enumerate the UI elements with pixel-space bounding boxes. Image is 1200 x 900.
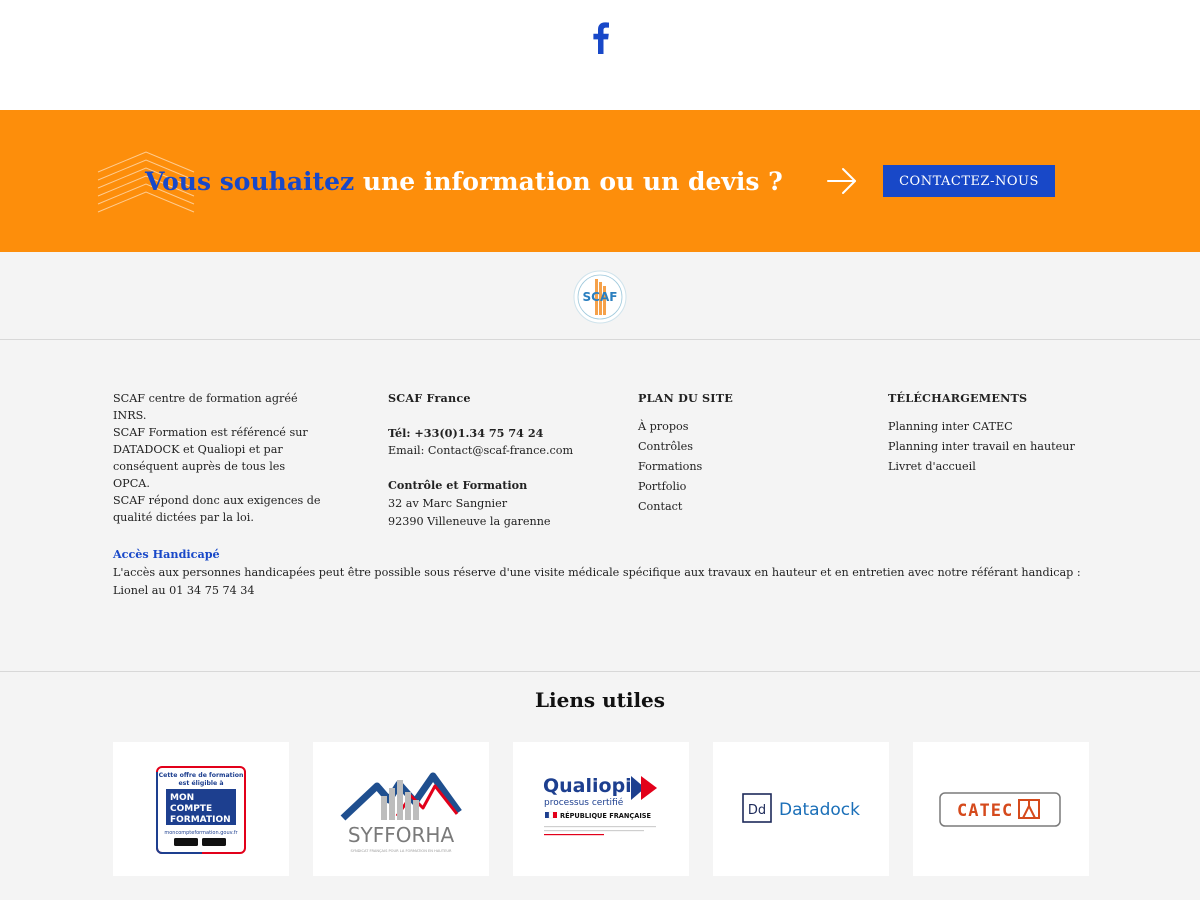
svg-text:MON: MON <box>170 793 194 803</box>
contact-title: SCAF France <box>388 391 471 405</box>
about-line: qualité dictées par la loi. <box>113 511 254 524</box>
footer-contact: SCAF France Tél: +33(0)1.34 75 74 24 Ema… <box>388 390 588 532</box>
plan-link-a-propos[interactable]: À propos <box>638 417 838 437</box>
plan-link-controles[interactable]: Contrôles <box>638 437 838 457</box>
contact-section: Contrôle et Formation <box>388 478 528 492</box>
catec-logo: CATEC <box>939 792 1061 827</box>
svg-text:Qualiopi: Qualiopi <box>543 775 632 797</box>
footer-about: SCAF centre de formation agréé INRS. SCA… <box>113 390 323 526</box>
link-card-syfforha[interactable]: SYFFORHA SYNDICAT FRANÇAIS POUR LA FORMA… <box>313 742 489 876</box>
footer-downloads: TÉLÉCHARGEMENTS Planning inter CATEC Pla… <box>888 390 1088 477</box>
svg-text:FORMATION: FORMATION <box>170 815 231 825</box>
svg-text:COMPTE: COMPTE <box>170 804 212 814</box>
link-card-moncompteformation[interactable]: Cette offre de formation est éligible à … <box>113 742 289 876</box>
arrow-right-icon[interactable] <box>826 167 858 195</box>
plan-title: PLAN DU SITE <box>638 391 733 405</box>
about-line: SCAF Formation est référencé sur <box>113 426 308 439</box>
contact-phone[interactable]: Tél: +33(0)1.34 75 74 24 <box>388 425 588 442</box>
download-link-livret[interactable]: Livret d'accueil <box>888 457 1088 477</box>
svg-text:Dd: Dd <box>748 803 766 818</box>
divider <box>0 671 1200 672</box>
svg-text:Cette offre de formation: Cette offre de formation <box>159 772 244 779</box>
svg-text:CATEC: CATEC <box>957 801 1013 821</box>
qualiopi-logo: Qualiopi processus certifié RÉPUBLIQUE F… <box>543 775 657 836</box>
syfforha-logo: SYFFORHA SYNDICAT FRANÇAIS POUR LA FORMA… <box>340 772 462 853</box>
link-card-datadock[interactable]: Dd Datadock <box>713 742 889 876</box>
svg-text:Datadock: Datadock <box>779 800 860 820</box>
facebook-icon[interactable] <box>589 22 611 54</box>
about-line: SCAF centre de formation agréé INRS. <box>113 392 298 422</box>
cta-rest: une information ou un devis ? <box>354 167 783 196</box>
contact-address-1: 32 av Marc Sangnier <box>388 496 508 510</box>
contact-email[interactable]: Email: Contact@scaf-france.com <box>388 442 588 459</box>
contact-address-2: 92390 Villeneuve la garenne <box>388 515 551 528</box>
logo-text: SCAF <box>583 290 618 304</box>
svg-text:est éligible à: est éligible à <box>178 779 223 787</box>
svg-text:SYFFORHA: SYFFORHA <box>348 823 455 847</box>
accessibility-info: Accès Handicapé L'accès aux personnes ha… <box>113 545 1093 601</box>
about-line: SCAF répond donc aux exigences de <box>113 494 321 507</box>
about-line: DATADOCK et Qualiopi et par <box>113 443 283 456</box>
link-card-qualiopi[interactable]: Qualiopi processus certifié RÉPUBLIQUE F… <box>513 742 689 876</box>
link-card-catec[interactable]: CATEC <box>913 742 1089 876</box>
plan-link-formations[interactable]: Formations <box>638 457 838 477</box>
scaf-logo[interactable]: SCAF <box>573 270 627 324</box>
svg-text:processus certifié: processus certifié <box>544 797 624 808</box>
accessibility-text: L'accès aux personnes handicapées peut ê… <box>113 565 1081 598</box>
cta-heading: Vous souhaitez une information ou un dev… <box>145 162 783 202</box>
about-line: conséquent auprès de tous les OPCA. <box>113 460 286 490</box>
download-link-hauteur[interactable]: Planning inter travail en hauteur <box>888 437 1088 457</box>
svg-text:moncompteformation.gouv.fr: moncompteformation.gouv.fr <box>164 830 238 836</box>
svg-text:SYNDICAT FRANÇAIS POUR LA FORM: SYNDICAT FRANÇAIS POUR LA FORMATION EN H… <box>350 849 452 853</box>
accessibility-title: Accès Handicapé <box>113 547 220 561</box>
contact-us-button[interactable]: CONTACTEZ-NOUS <box>883 165 1055 197</box>
plan-link-portfolio[interactable]: Portfolio <box>638 477 838 497</box>
svg-text:RÉPUBLIQUE FRANÇAISE: RÉPUBLIQUE FRANÇAISE <box>560 811 652 820</box>
top-bar <box>0 0 1200 110</box>
download-link-catec[interactable]: Planning inter CATEC <box>888 417 1088 437</box>
plan-link-contact[interactable]: Contact <box>638 497 838 517</box>
cta-highlight: Vous souhaitez <box>145 167 355 196</box>
footer-plan: PLAN DU SITE À propos Contrôles Formatio… <box>638 390 838 517</box>
moncompteformation-logo: Cette offre de formation est éligible à … <box>156 766 246 854</box>
logo-row: SCAF <box>0 252 1200 340</box>
datadock-logo: Dd Datadock <box>742 793 860 823</box>
useful-links-title: Liens utiles <box>534 688 666 712</box>
downloads-title: TÉLÉCHARGEMENTS <box>888 391 1028 405</box>
